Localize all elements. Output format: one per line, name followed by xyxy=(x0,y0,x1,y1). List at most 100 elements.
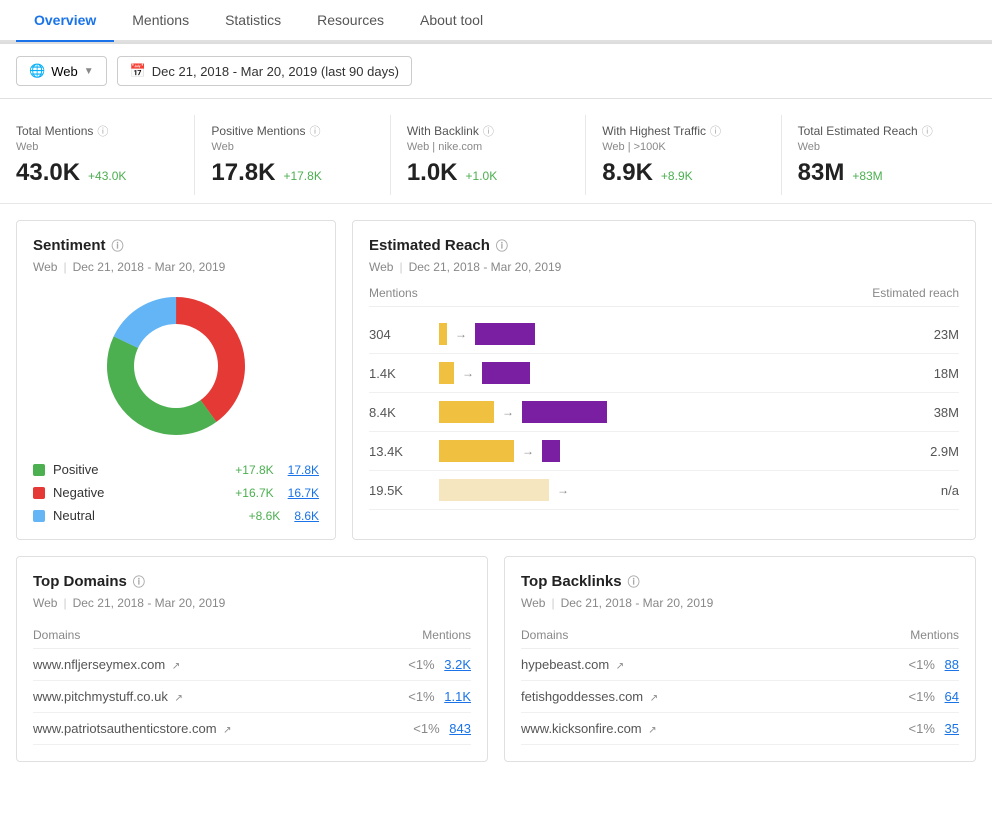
stat-sub: Web | >100K xyxy=(602,141,764,153)
external-link-icon[interactable]: ↗ xyxy=(648,725,656,736)
nav-tab-about-tool[interactable]: About tool xyxy=(402,0,501,42)
table-row: www.nfljerseymex.com ↗ <1% 3.2K xyxy=(33,649,471,681)
table-row: fetishgoddesses.com ↗ <1% 64 xyxy=(521,681,959,713)
info-icon[interactable]: ⓘ xyxy=(97,123,108,139)
bar-mentions xyxy=(439,401,494,423)
mentions-cell: <1% 88 xyxy=(841,649,959,681)
info-icon[interactable]: ⓘ xyxy=(483,123,494,139)
legend-dot xyxy=(33,487,45,499)
domain-name: www.patriotsauthenticstore.com xyxy=(33,721,217,736)
stat-value: 83M +83M xyxy=(798,159,960,187)
info-icon[interactable]: ⓘ xyxy=(710,123,721,139)
domain-cell: www.nfljerseymex.com ↗ xyxy=(33,649,366,681)
stat-item: With Backlink ⓘ Web | nike.com 1.0K +1.0… xyxy=(391,115,586,195)
reach-meta: Web | Dec 21, 2018 - Mar 20, 2019 xyxy=(369,260,959,274)
pct-label: <1% xyxy=(408,657,434,672)
legend-link[interactable]: 8.6K xyxy=(294,509,319,523)
bar-reach xyxy=(482,362,530,384)
bar-mentions xyxy=(439,362,454,384)
reach-row: 13.4K → 2.9M xyxy=(369,432,959,471)
top-domains-card: Top Domains ⓘ Web | Dec 21, 2018 - Mar 2… xyxy=(16,556,488,762)
info-icon[interactable]: ⓘ xyxy=(628,573,640,590)
legend-link[interactable]: 17.8K xyxy=(288,463,319,477)
reach-mentions-value: 8.4K xyxy=(369,405,439,420)
info-icon[interactable]: ⓘ xyxy=(309,123,320,139)
legend-link[interactable]: 16.7K xyxy=(288,486,319,500)
external-link-icon[interactable]: ↗ xyxy=(175,693,183,704)
toolbar: 🌐 Web ▼ 📅 Dec 21, 2018 - Mar 20, 2019 (l… xyxy=(0,44,992,99)
stat-delta: +83M xyxy=(852,169,882,183)
mentions-link[interactable]: 88 xyxy=(945,657,959,672)
legend-item: Negative +16.7K 16.7K xyxy=(33,485,319,500)
external-link-icon[interactable]: ↗ xyxy=(172,661,180,672)
stat-item: Positive Mentions ⓘ Web 17.8K +17.8K xyxy=(195,115,390,195)
stat-item: Total Mentions ⓘ Web 43.0K +43.0K xyxy=(16,115,195,195)
pct-label: <1% xyxy=(909,721,935,736)
domain-cell: www.kicksonfire.com ↗ xyxy=(521,713,841,745)
domain-name: www.nfljerseymex.com xyxy=(33,657,165,672)
reach-bars: → xyxy=(439,479,909,501)
mentions-link[interactable]: 843 xyxy=(449,721,471,736)
domain-name: hypebeast.com xyxy=(521,657,609,672)
arrow-icon: → xyxy=(451,327,471,341)
domain-name: www.pitchmystuff.co.uk xyxy=(33,689,168,704)
mentions-cell: <1% 1.1K xyxy=(366,681,471,713)
pct-label: <1% xyxy=(408,689,434,704)
reach-value: 38M xyxy=(909,405,959,420)
stat-sub: Web xyxy=(211,141,373,153)
domain-cell: fetishgoddesses.com ↗ xyxy=(521,681,841,713)
domain-cell: www.pitchmystuff.co.uk ↗ xyxy=(33,681,366,713)
external-link-icon[interactable]: ↗ xyxy=(223,725,231,736)
table-row: www.patriotsauthenticstore.com ↗ <1% 843 xyxy=(33,713,471,745)
mentions-link[interactable]: 35 xyxy=(945,721,959,736)
top-backlinks-card: Top Backlinks ⓘ Web | Dec 21, 2018 - Mar… xyxy=(504,556,976,762)
info-icon[interactable]: ⓘ xyxy=(112,237,124,254)
nav-tab-overview[interactable]: Overview xyxy=(16,0,114,42)
mentions-cell: <1% 843 xyxy=(366,713,471,745)
arrow-icon: → xyxy=(498,405,518,419)
stat-value: 1.0K +1.0K xyxy=(407,159,569,187)
legend-delta: +16.7K xyxy=(235,486,273,500)
pct-label: <1% xyxy=(909,657,935,672)
stat-delta: +1.0K xyxy=(466,169,498,183)
date-range-button[interactable]: 📅 Dec 21, 2018 - Mar 20, 2019 (last 90 d… xyxy=(117,56,412,86)
top-domains-meta: Web | Dec 21, 2018 - Mar 20, 2019 xyxy=(33,596,471,610)
mentions-link[interactable]: 3.2K xyxy=(444,657,471,672)
cards-row: Sentiment ⓘ Web | Dec 21, 2018 - Mar 20,… xyxy=(0,204,992,556)
info-icon[interactable]: ⓘ xyxy=(922,123,933,139)
stat-delta: +8.9K xyxy=(661,169,693,183)
stat-value: 43.0K +43.0K xyxy=(16,159,178,187)
external-link-icon[interactable]: ↗ xyxy=(650,693,658,704)
reach-mentions-value: 1.4K xyxy=(369,366,439,381)
reach-row: 304 → 23M xyxy=(369,315,959,354)
mentions-cell: <1% 64 xyxy=(841,681,959,713)
chevron-down-icon: ▼ xyxy=(84,66,94,77)
stat-delta: +43.0K xyxy=(88,169,126,183)
reach-value: 18M xyxy=(909,366,959,381)
top-backlinks-table: Domains Mentions hypebeast.com ↗ <1% 88 … xyxy=(521,622,959,745)
pct-label: <1% xyxy=(413,721,439,736)
nav-tab-resources[interactable]: Resources xyxy=(299,0,402,42)
info-icon[interactable]: ⓘ xyxy=(133,573,145,590)
info-icon[interactable]: ⓘ xyxy=(496,237,508,254)
source-dropdown[interactable]: 🌐 Web ▼ xyxy=(16,56,107,86)
sentiment-meta: Web | Dec 21, 2018 - Mar 20, 2019 xyxy=(33,260,319,274)
nav-tab-statistics[interactable]: Statistics xyxy=(207,0,299,42)
domain-cell: hypebeast.com ↗ xyxy=(521,649,841,681)
reach-title: Estimated Reach ⓘ xyxy=(369,237,959,254)
external-link-icon[interactable]: ↗ xyxy=(616,661,624,672)
stat-label: Positive Mentions ⓘ xyxy=(211,123,373,139)
legend-item: Positive +17.8K 17.8K xyxy=(33,462,319,477)
stat-sub: Web | nike.com xyxy=(407,141,569,153)
legend-label: Neutral xyxy=(53,508,241,523)
legend-label: Negative xyxy=(53,485,227,500)
stat-sub: Web xyxy=(16,141,178,153)
legend-label: Positive xyxy=(53,462,227,477)
nav-tab-mentions[interactable]: Mentions xyxy=(114,0,207,42)
mentions-link[interactable]: 1.1K xyxy=(444,689,471,704)
legend-delta: +17.8K xyxy=(235,463,273,477)
nav-tabs: OverviewMentionsStatisticsResourcesAbout… xyxy=(0,0,992,44)
mentions-link[interactable]: 64 xyxy=(945,689,959,704)
stat-item: Total Estimated Reach ⓘ Web 83M +83M xyxy=(782,115,976,195)
donut-chart xyxy=(33,286,319,446)
